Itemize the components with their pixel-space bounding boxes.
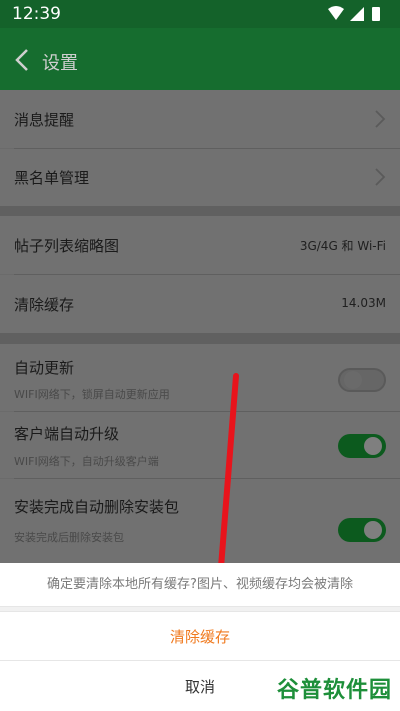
settings-item-label: 清除缓存 (14, 296, 75, 314)
status-icons (328, 6, 380, 21)
app-bar: 设置 (0, 28, 400, 90)
cache-size: 14.03M (341, 296, 386, 310)
settings-item-thumbnail[interactable]: 帖子列表缩略图 3G/4G 和 Wi-Fi (0, 216, 400, 274)
dialog-message: 确定要清除本地所有缓存?图片、视频缓存均会被清除 (0, 563, 400, 607)
signal-icon (350, 7, 364, 21)
settings-item-sub: WIFI网络下，锁屏自动更新应用 (14, 388, 170, 401)
thumbnail-value: 3G/4G 和 Wi-Fi (299, 239, 386, 253)
client-upgrade-toggle[interactable] (338, 434, 386, 458)
status-time: 12:39 (12, 4, 61, 24)
confirm-clear-cache-button[interactable]: 清除缓存 (0, 611, 400, 661)
settings-item-sub: 安装完成后删除安装包 (14, 531, 124, 544)
chevron-right-icon (375, 168, 386, 186)
battery-icon (372, 7, 380, 21)
auto-update-toggle[interactable] (338, 368, 386, 392)
settings-item-clear-cache[interactable]: 清除缓存 14.03M (0, 275, 400, 333)
delete-package-toggle[interactable] (338, 518, 386, 542)
settings-item-label: 安装完成自动删除安装包 (14, 498, 180, 516)
back-arrow-icon[interactable] (10, 46, 38, 74)
section-gap (0, 206, 400, 216)
settings-item-label: 黑名单管理 (14, 169, 90, 187)
settings-item-label: 帖子列表缩略图 (14, 237, 120, 255)
page-title: 设置 (42, 53, 78, 74)
settings-item-notifications[interactable]: 消息提醒 (0, 90, 400, 148)
settings-item-label: 客户端自动升级 (14, 425, 120, 443)
watermark-text: 谷普软件园 (276, 678, 392, 703)
settings-item-sub: WIFI网络下，自动升级客户端 (14, 455, 159, 468)
watermark-logo: 谷普软件园 (270, 668, 392, 706)
wifi-icon (328, 6, 344, 20)
section-gap (0, 333, 400, 344)
status-bar: 12:39 (0, 0, 400, 28)
settings-item-blacklist[interactable]: 黑名单管理 (0, 149, 400, 206)
settings-item-label: 消息提醒 (14, 111, 75, 129)
settings-item-label: 自动更新 (14, 359, 75, 377)
chevron-right-icon (375, 110, 386, 128)
